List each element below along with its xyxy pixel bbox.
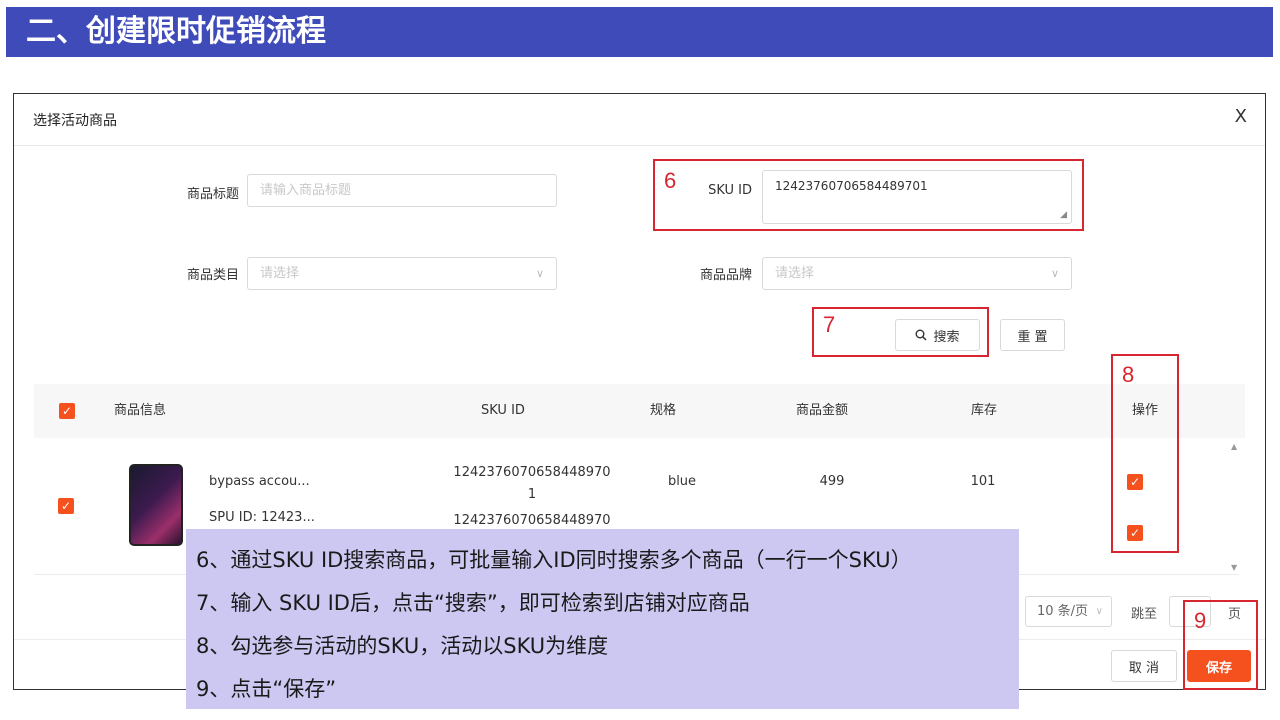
col-stock: 库存	[971, 403, 998, 418]
reset-button[interactable]: 重 置	[1000, 319, 1065, 351]
chevron-down-icon: ∨	[535, 267, 544, 280]
table-scrollbar[interactable]: ▲ ▼	[1228, 440, 1242, 574]
cancel-button[interactable]: 取 消	[1111, 650, 1177, 682]
chevron-down-icon: ∨	[1095, 606, 1103, 617]
instruction-overlay: 6、通过SKU ID搜索商品，可批量输入ID同时搜索多个商品（一行一个SKU） …	[186, 529, 1019, 709]
slide-title: 二、创建限时促销流程	[6, 7, 1273, 57]
scroll-down-icon[interactable]: ▼	[1231, 563, 1237, 572]
dialog-header: 选择活动商品 X	[14, 94, 1265, 146]
category-placeholder: 请选择	[260, 266, 300, 281]
col-price: 商品金额	[796, 403, 849, 418]
col-product-info: 商品信息	[114, 403, 167, 418]
page-size-select[interactable]: 10 条/页 ∨	[1025, 596, 1112, 627]
scroll-up-icon[interactable]: ▲	[1231, 442, 1237, 451]
close-icon[interactable]: X	[1235, 106, 1247, 127]
highlight-box-7	[812, 307, 989, 357]
jump-to-label: 跳至	[1131, 607, 1158, 622]
product-category-label: 商品类目	[186, 268, 239, 283]
dialog-title: 选择活动商品	[33, 113, 117, 129]
sku-line-2: 1	[527, 487, 537, 502]
product-spu-id: SPU ID: 12423...	[209, 510, 315, 525]
step-6-label: 6	[664, 168, 677, 193]
product-thumbnail	[129, 464, 183, 546]
sku-line-1: 1242376070658448970	[453, 465, 611, 480]
note-step-9: 9、点击“保存”	[196, 677, 337, 701]
step-9-label: 9	[1194, 608, 1207, 633]
step-8-label: 8	[1122, 362, 1135, 387]
col-spec: 规格	[650, 403, 677, 418]
step-7-label: 7	[823, 312, 836, 337]
chevron-down-icon: ∨	[1050, 267, 1059, 280]
product-title-input[interactable]	[247, 174, 557, 207]
page-size-value: 10 条/页	[1037, 604, 1089, 619]
table-row-1-price: 499	[819, 474, 845, 489]
table-row-1-spec: blue	[667, 474, 697, 489]
product-brand-label: 商品品牌	[699, 268, 752, 283]
highlight-box-6	[653, 159, 1084, 231]
product-name: bypass accou...	[209, 474, 310, 489]
table-row-1-stock: 101	[970, 474, 996, 489]
table-row-2-sku: 1242376070658448970	[453, 513, 611, 528]
product-category-select[interactable]: 请选择 ∨	[247, 257, 557, 290]
select-all-checkbox[interactable]: ✓	[59, 403, 75, 419]
product-row-checkbox[interactable]: ✓	[58, 498, 74, 514]
brand-placeholder: 请选择	[775, 266, 815, 281]
product-title-label: 商品标题	[186, 187, 239, 202]
table-header: ✓ 商品信息 SKU ID 规格 商品金额 库存 操作	[34, 384, 1245, 438]
table-row-1-sku: 1242376070658448970 1	[442, 462, 622, 506]
note-step-8: 8、勾选参与活动的SKU，活动以SKU为维度	[196, 634, 609, 658]
col-sku-id: SKU ID	[481, 403, 525, 418]
product-brand-select[interactable]: 请选择 ∨	[762, 257, 1072, 290]
note-step-6: 6、通过SKU ID搜索商品，可批量输入ID同时搜索多个商品（一行一个SKU）	[196, 548, 912, 572]
note-step-7: 7、输入 SKU ID后，点击“搜索”，即可检索到店铺对应商品	[196, 591, 750, 615]
